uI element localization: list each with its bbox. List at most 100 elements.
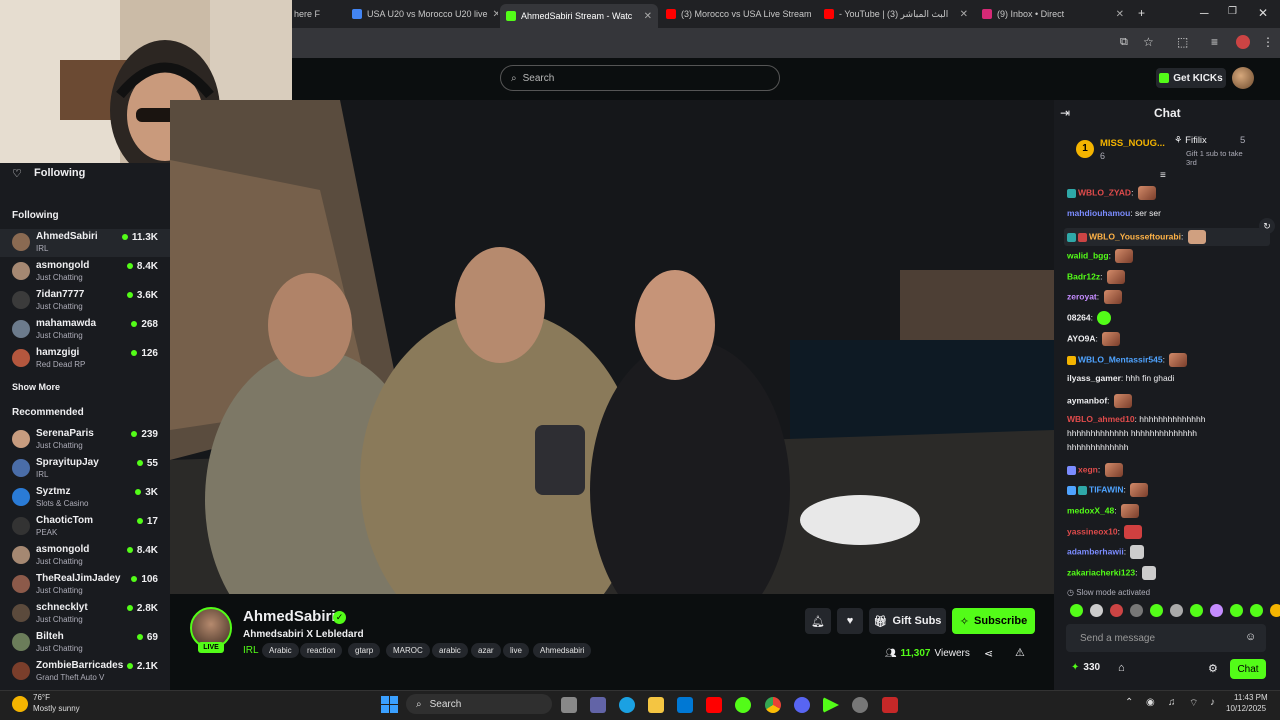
channel-name[interactable]: AhmedSabiri [243, 608, 336, 625]
close-icon[interactable]: ✕ [960, 9, 968, 20]
weather-sun-icon[interactable] [12, 696, 28, 712]
browser-tab[interactable]: here F [288, 4, 344, 24]
store-icon[interactable]: ⌂ [1118, 662, 1125, 674]
emote-icon[interactable] [1070, 604, 1083, 617]
share-icon[interactable]: ⋖ [984, 647, 993, 660]
sidebar-channel-item[interactable]: Bilteh Just Chatting 69 [0, 629, 170, 657]
chat-message-input[interactable]: Send a message [1066, 624, 1266, 652]
emote-icon[interactable] [1190, 604, 1203, 617]
emote-icon[interactable] [1210, 604, 1223, 617]
clock-date[interactable]: 10/12/2025 [1226, 704, 1266, 713]
sidebar-channel-item[interactable]: 7idan7777 Just Chatting 3.6K [0, 287, 170, 315]
sidebar-channel-item[interactable]: SprayitupJay IRL 55 [0, 455, 170, 483]
emote-icon[interactable] [1110, 604, 1123, 617]
gift-subs-button[interactable]: 🎁︎ Gift Subs [869, 608, 946, 634]
emote-icon[interactable] [1130, 604, 1143, 617]
browser-tab[interactable]: - YouTube | البث المباشر (3) ✕ [818, 4, 974, 24]
clock-time[interactable]: 11:43 PM [1234, 693, 1268, 702]
sidebar-channel-item[interactable]: TheRealJimJadey Just Chatting 106 [0, 571, 170, 599]
notification-bell-button[interactable]: 🔔︎ [805, 608, 831, 634]
chrome-icon[interactable] [765, 697, 781, 713]
edge-icon[interactable] [619, 697, 635, 713]
close-window-icon[interactable]: ✕ [1258, 6, 1268, 20]
profile-icon[interactable] [1236, 35, 1250, 49]
sidebar-channel-item[interactable]: Syztmz Slots & Casino 3K [0, 484, 170, 512]
close-icon[interactable]: ✕ [493, 9, 498, 20]
youtube-icon[interactable] [706, 697, 722, 713]
volume-icon[interactable]: ♪ [1210, 697, 1215, 708]
category-link[interactable]: IRL [243, 645, 259, 656]
extensions-icon[interactable]: ⬚ [1177, 35, 1188, 49]
new-tab-icon[interactable]: + [1138, 6, 1145, 20]
subscribe-button[interactable]: ✧ Subscribe [952, 608, 1035, 634]
taskbar-search-box[interactable]: ⌕ Search [406, 694, 552, 714]
tag-chip[interactable]: Arabic [262, 643, 299, 658]
emote-icon[interactable] [1230, 604, 1243, 617]
collapse-chat-icon[interactable]: ⇥ [1060, 106, 1070, 120]
sidebar-channel-item[interactable]: ZombieBarricades Grand Theft Auto V 2.1K [0, 658, 170, 686]
emote-icon[interactable] [1150, 604, 1163, 617]
search-input[interactable]: ⌕ Search [500, 65, 780, 91]
emote-quickbar[interactable] [1070, 604, 1280, 617]
browser-tab-active[interactable]: AhmedSabiri Stream - Watc ✕ [500, 4, 658, 28]
teams-icon[interactable] [590, 697, 606, 713]
shield-app-icon[interactable] [882, 697, 898, 713]
app-icon[interactable] [735, 697, 751, 713]
tag-chip[interactable]: arabic [432, 643, 468, 658]
emote-icon[interactable] [1090, 604, 1103, 617]
sidebar-channel-item[interactable]: SerenaParis Just Chatting 239 [0, 426, 170, 454]
media-icon[interactable]: ≡ [1211, 35, 1218, 49]
get-kicks-button[interactable]: Get KICKs [1156, 68, 1226, 88]
emote-icon[interactable] [1270, 604, 1280, 617]
sidebar-channel-item[interactable]: AhmedSabiri IRL 11.3K [0, 229, 170, 257]
browser-tab[interactable]: (9) Inbox • Direct ✕ [976, 4, 1130, 24]
browser-tab[interactable]: USA U20 vs Morocco U20 live ✕ [346, 4, 498, 24]
tag-chip[interactable]: reaction [300, 643, 343, 658]
expand-icon[interactable]: ≡ [1160, 170, 1166, 181]
show-more-link[interactable]: Show More [12, 382, 60, 392]
channel-name: Syztmz [36, 486, 71, 497]
sidebar-channel-item[interactable]: hamzgigi Red Dead RP 126 [0, 345, 170, 373]
sidebar-channel-item[interactable]: schnecklyt Just Chatting 2.8K [0, 600, 170, 628]
settings-app-icon[interactable] [852, 697, 868, 713]
tag-chip[interactable]: MAROC [386, 643, 430, 658]
reply-icon[interactable]: ↻ [1259, 218, 1275, 234]
emote-icon[interactable] [1170, 604, 1183, 617]
tray-app-icon[interactable]: ◉ [1146, 697, 1155, 708]
video-player[interactable] [170, 100, 1054, 594]
microphone-icon[interactable]: ♫ [1168, 697, 1176, 708]
sidebar-channel-item[interactable]: mahamawda Just Chatting 268 [0, 316, 170, 344]
channel-points[interactable]: ✦ 330 [1071, 662, 1100, 673]
tag-chip[interactable]: Ahmedsabiri [533, 643, 592, 658]
follow-heart-button[interactable]: ♥ [837, 608, 863, 634]
menu-kebab-icon[interactable]: ⋮ [1262, 35, 1274, 49]
wifi-icon[interactable]: ⌔ [1189, 697, 1198, 710]
sidebar-channel-item[interactable]: ChaoticTom PEAK 17 [0, 513, 170, 541]
leaderboard-user[interactable]: MISS_NOUG... [1100, 138, 1165, 149]
task-view-icon[interactable] [561, 697, 577, 713]
tag-chip[interactable]: gtarp [348, 643, 381, 658]
outlook-icon[interactable] [677, 697, 693, 713]
minimize-icon[interactable]: ─ [1200, 6, 1209, 20]
sidebar-channel-item[interactable]: asmongold Just Chatting 8.4K [0, 542, 170, 570]
browser-tab[interactable]: (3) Morocco vs USA Live Stream ✕ [660, 4, 816, 24]
close-icon[interactable]: ✕ [644, 11, 652, 22]
maximize-icon[interactable]: ❐ [1228, 6, 1237, 17]
tray-chevron-icon[interactable]: ⌃ [1125, 697, 1133, 708]
translate-icon[interactable]: ⧉ [1120, 36, 1128, 49]
settings-gear-icon[interactable]: ⚙ [1208, 662, 1218, 675]
send-chat-button[interactable]: Chat [1230, 659, 1266, 679]
tag-chip[interactable]: azar [471, 643, 501, 658]
file-explorer-icon[interactable] [648, 697, 664, 713]
emote-icon[interactable] [1250, 604, 1263, 617]
tag-chip[interactable]: live [503, 643, 530, 658]
sidebar-channel-item[interactable]: asmongold Just Chatting 8.4K [0, 258, 170, 286]
report-icon[interactable]: ⚠ [1015, 646, 1025, 659]
user-avatar[interactable] [1232, 67, 1254, 89]
discord-icon[interactable] [794, 697, 810, 713]
bookmark-star-icon[interactable]: ☆ [1143, 35, 1154, 49]
close-icon[interactable]: ✕ [1116, 9, 1124, 20]
windows-start-icon[interactable] [381, 696, 398, 713]
emoji-icon[interactable]: ☺ [1245, 631, 1256, 643]
search-icon: ⌕ [416, 698, 422, 710]
